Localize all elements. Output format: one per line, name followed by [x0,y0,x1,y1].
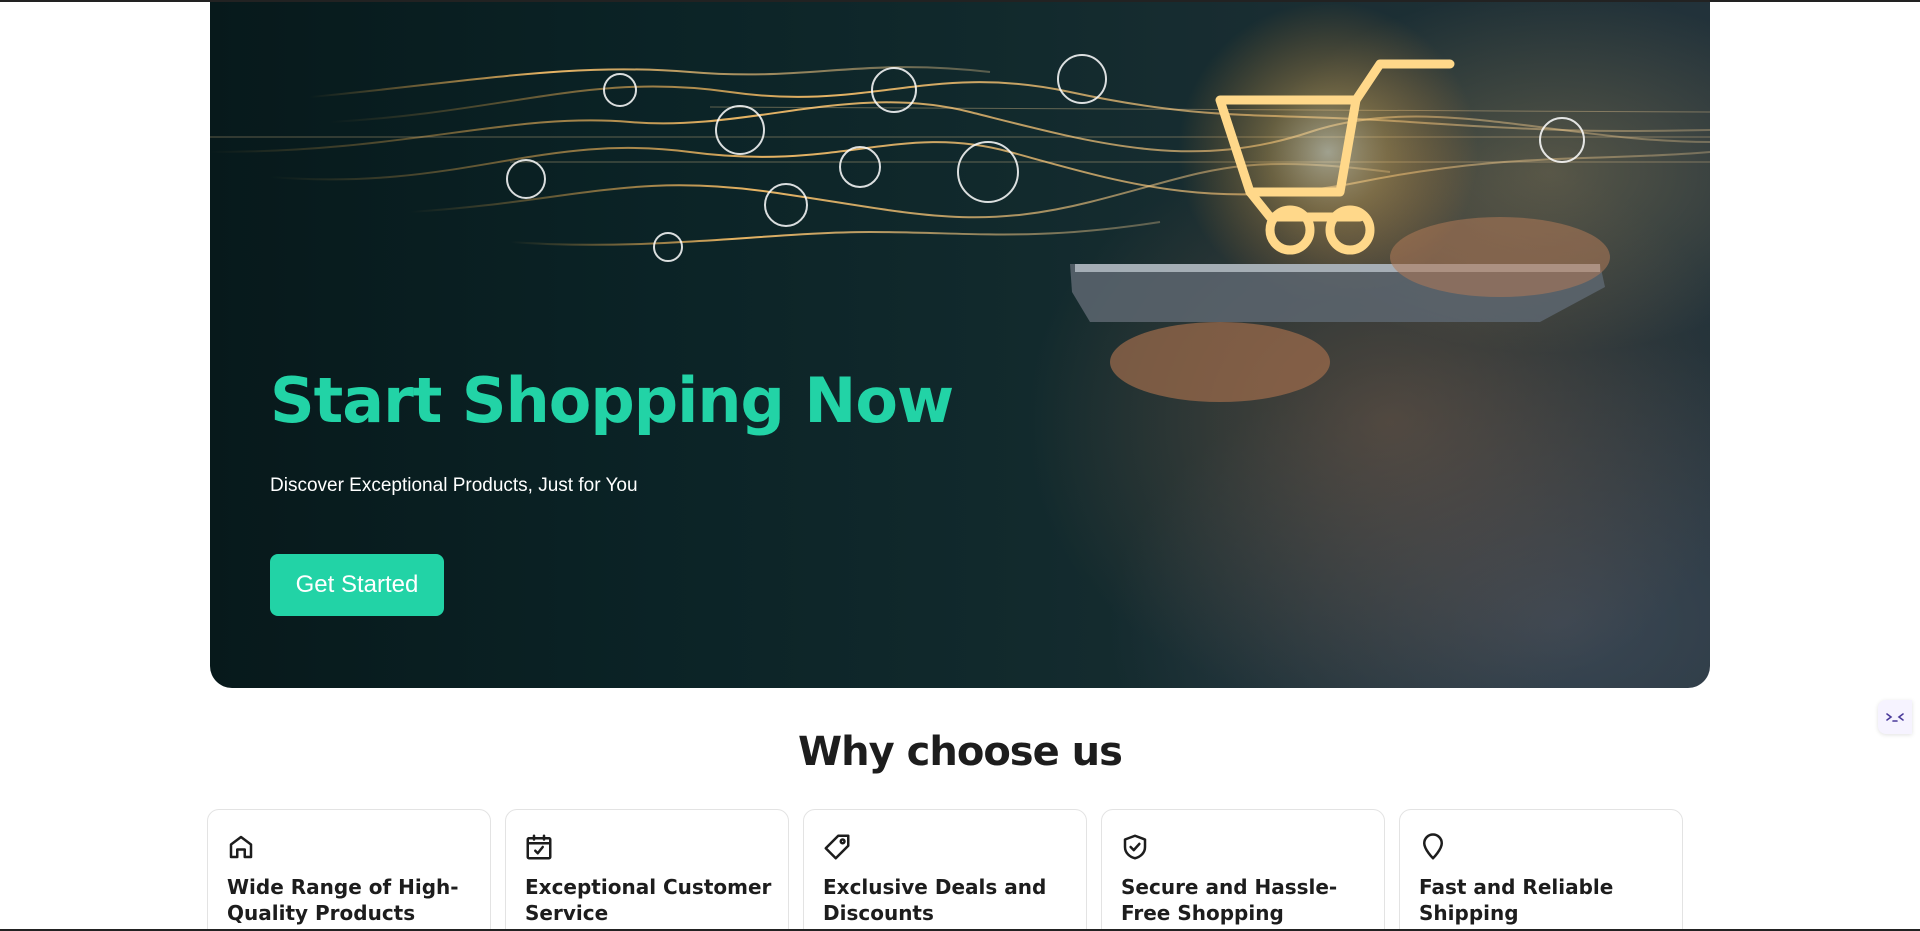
feature-card-title: Secure and Hassle-Free Shopping [1121,875,1338,925]
feature-card: Exceptional Customer Service [505,809,789,931]
feature-card-title: Exclusive Deals and Discounts [823,875,1047,925]
feature-card: Fast and Reliable Shipping [1399,809,1683,931]
feature-cards: Wide Range of High-Quality Products Exce… [207,809,1687,931]
tag-icon [824,834,850,860]
get-started-button[interactable]: Get Started [270,554,444,616]
why-choose-us-heading: Why choose us [798,729,1123,775]
feature-card-title: Fast and Reliable Shipping [1419,875,1614,925]
feature-card: Wide Range of High-Quality Products [207,809,491,931]
feature-card: Exclusive Deals and Discounts [803,809,1087,931]
shield-check-icon [1123,834,1147,860]
calendar-check-icon [526,834,552,860]
assistant-icon [1886,713,1904,722]
hero-title: Start Shopping Now [270,364,954,437]
hero-banner: Start Shopping Now Discover Exceptional … [210,2,1710,688]
map-pin-icon [1423,833,1443,860]
feature-card-title: Exceptional Customer Service [525,875,772,925]
feature-card-title: Wide Range of High-Quality Products [227,875,459,925]
assistant-widget-button[interactable] [1878,700,1912,734]
page: Start Shopping Now Discover Exceptional … [0,0,1920,931]
home-icon [229,835,253,859]
hero-subtitle: Discover Exceptional Products, Just for … [270,475,638,496]
feature-card: Secure and Hassle-Free Shopping [1101,809,1385,931]
